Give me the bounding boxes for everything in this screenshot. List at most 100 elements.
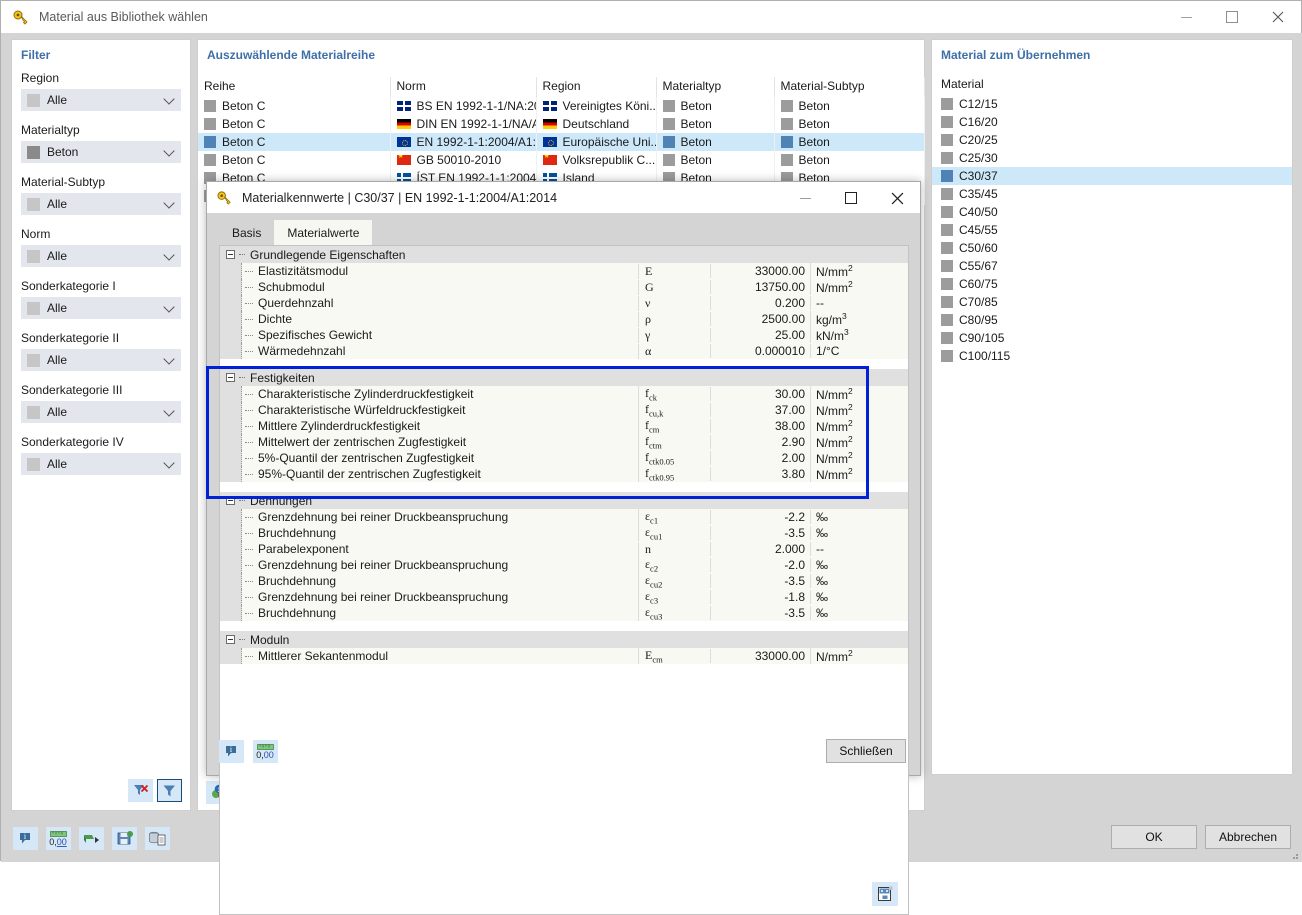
property-row[interactable]: Schubmodul G 13750.00 N/mm2: [220, 279, 908, 295]
material-column-header[interactable]: Material: [932, 77, 1292, 95]
property-row[interactable]: Mittlerer Sekantenmodul Ecm 33000.00 N/mm2: [220, 647, 908, 665]
list-item[interactable]: C30/37: [932, 167, 1292, 185]
list-item[interactable]: C20/25: [932, 131, 1292, 149]
list-item[interactable]: C35/45: [932, 185, 1292, 203]
property-value[interactable]: -3.5: [710, 606, 810, 620]
property-value[interactable]: -3.5: [710, 526, 810, 540]
filter-select-material-subtyp[interactable]: Alle: [21, 193, 181, 215]
property-row[interactable]: Mittelwert der zentrischen Zugfestigkeit…: [220, 433, 908, 451]
property-value[interactable]: 3.80: [710, 467, 810, 481]
resize-grip[interactable]: [1289, 849, 1299, 859]
clear-filter-icon[interactable]: [128, 779, 153, 802]
property-value[interactable]: -3.5: [710, 574, 810, 588]
property-value[interactable]: 38.00: [710, 419, 810, 433]
table-row[interactable]: Beton C GB 50010-2010 Volksrepublik C... Be…: [198, 151, 925, 169]
table-row[interactable]: Beton C BS EN 1992-1-1/NA:20... Vereinigte…: [198, 97, 925, 115]
schliessen-button[interactable]: Schließen: [826, 739, 906, 763]
property-group-header[interactable]: Grundlegende Eigenschaften: [220, 246, 908, 263]
col-header-region[interactable]: Region: [536, 77, 657, 97]
collapse-icon[interactable]: [226, 250, 235, 259]
property-group-header[interactable]: Dehnungen: [220, 492, 908, 509]
property-value[interactable]: 25.00: [710, 328, 810, 342]
property-row[interactable]: Elastizitätsmodul E 33000.00 N/mm2: [220, 263, 908, 279]
save-values-button[interactable]: [872, 882, 898, 906]
property-row[interactable]: Spezifisches Gewicht γ 25.00 kN/m3: [220, 327, 908, 343]
list-item[interactable]: C55/67: [932, 257, 1292, 275]
property-row[interactable]: Charakteristische Zylinderdruckfestigkei…: [220, 385, 908, 403]
property-value[interactable]: 2.000: [710, 542, 810, 556]
filter-select-sonderkategorie-3[interactable]: Alle: [21, 401, 181, 423]
database-icon[interactable]: [145, 827, 170, 850]
property-row[interactable]: Grenzdehnung bei reiner Druckbeanspruchu…: [220, 508, 908, 526]
list-item[interactable]: C12/15: [932, 95, 1292, 113]
property-value[interactable]: 2500.00: [710, 312, 810, 326]
property-value[interactable]: 2.00: [710, 451, 810, 465]
info-icon[interactable]: i: [219, 740, 244, 763]
col-header-material-subtyp[interactable]: Material-Subtyp: [774, 77, 925, 97]
minimize-button[interactable]: [1163, 1, 1209, 33]
filter-select-norm[interactable]: Alle: [21, 245, 181, 267]
list-item[interactable]: C16/20: [932, 113, 1292, 131]
property-value[interactable]: 0.200: [710, 296, 810, 310]
filter-select-sonderkategorie-2[interactable]: Alle: [21, 349, 181, 371]
property-row[interactable]: Bruchdehnung εcu1 -3.5 ‰: [220, 524, 908, 542]
property-value[interactable]: 30.00: [710, 387, 810, 401]
property-row[interactable]: Grenzdehnung bei reiner Druckbeanspruchu…: [220, 556, 908, 574]
ok-button[interactable]: OK: [1111, 825, 1197, 849]
cancel-button[interactable]: Abbrechen: [1205, 825, 1291, 849]
property-group-header[interactable]: Moduln: [220, 631, 908, 648]
collapse-icon[interactable]: [226, 373, 235, 382]
filter-select-region[interactable]: Alle: [21, 89, 181, 111]
modal-close-button[interactable]: [874, 182, 920, 214]
tab-basis[interactable]: Basis: [219, 220, 274, 245]
property-row[interactable]: 5%-Quantil der zentrischen Zugfestigkeit…: [220, 449, 908, 467]
save-icon[interactable]: [112, 827, 137, 850]
col-header-reihe[interactable]: Reihe: [198, 77, 391, 97]
modal-maximize-button[interactable]: [828, 182, 874, 214]
property-row[interactable]: Wärmedehnzahl α 0.000010 1/°C: [220, 343, 908, 359]
table-row[interactable]: Beton C DIN EN 1992-1-1/NA/A... Deutschlan…: [198, 115, 925, 133]
property-row[interactable]: Parabelexponent n 2.000 --: [220, 541, 908, 557]
list-item[interactable]: C45/55: [932, 221, 1292, 239]
property-row[interactable]: Charakteristische Würfeldruckfestigkeit f…: [220, 401, 908, 419]
property-value[interactable]: 2.90: [710, 435, 810, 449]
property-value[interactable]: -2.2: [710, 510, 810, 524]
property-row[interactable]: Grenzdehnung bei reiner Druckbeanspruchu…: [220, 588, 908, 606]
collapse-icon[interactable]: [226, 496, 235, 505]
col-header-materialtyp[interactable]: Materialtyp: [656, 77, 775, 97]
list-item[interactable]: C100/115: [932, 347, 1292, 365]
list-item[interactable]: C25/30: [932, 149, 1292, 167]
filter-select-sonderkategorie-1[interactable]: Alle: [21, 297, 181, 319]
modal-minimize-button[interactable]: [782, 182, 828, 214]
apply-filter-icon[interactable]: [157, 779, 182, 802]
list-item[interactable]: C50/60: [932, 239, 1292, 257]
tab-materialwerte[interactable]: Materialwerte: [274, 220, 373, 245]
property-value[interactable]: 37.00: [710, 403, 810, 417]
list-item[interactable]: C80/95: [932, 311, 1292, 329]
maximize-button[interactable]: [1209, 1, 1255, 33]
property-value[interactable]: 0.000010: [710, 344, 810, 358]
property-group-header[interactable]: Festigkeiten: [220, 369, 908, 386]
property-value[interactable]: -1.8: [710, 590, 810, 604]
property-value[interactable]: 33000.00: [710, 264, 810, 278]
filter-select-sonderkategorie-4[interactable]: Alle: [21, 453, 181, 475]
property-row[interactable]: Bruchdehnung εcu2 -3.5 ‰: [220, 572, 908, 590]
property-row[interactable]: Dichte ρ 2500.00 kg/m3: [220, 311, 908, 327]
units-icon[interactable]: 0,00: [46, 827, 71, 850]
close-button[interactable]: [1255, 1, 1301, 33]
info-icon[interactable]: i: [13, 827, 38, 850]
property-row[interactable]: 95%-Quantil der zentrischen Zugfestigkei…: [220, 465, 908, 483]
collapse-icon[interactable]: [226, 635, 235, 644]
list-item[interactable]: C60/75: [932, 275, 1292, 293]
property-row[interactable]: Bruchdehnung εcu3 -3.5 ‰: [220, 604, 908, 622]
col-header-norm[interactable]: Norm: [390, 77, 537, 97]
list-item[interactable]: C70/85: [932, 293, 1292, 311]
filter-select-materialtyp[interactable]: Beton: [21, 141, 181, 163]
list-item[interactable]: C40/50: [932, 203, 1292, 221]
property-value[interactable]: 33000.00: [710, 649, 810, 663]
units-icon[interactable]: 0,00: [253, 740, 278, 763]
property-row[interactable]: Querdehnzahl ν 0.200 --: [220, 295, 908, 311]
table-row[interactable]: Beton C EN 1992-1-1:2004/A1:2... Europäisc…: [198, 133, 925, 151]
export-icon[interactable]: [79, 827, 104, 850]
property-row[interactable]: Mittlere Zylinderdruckfestigkeit fcm 38.00…: [220, 417, 908, 435]
